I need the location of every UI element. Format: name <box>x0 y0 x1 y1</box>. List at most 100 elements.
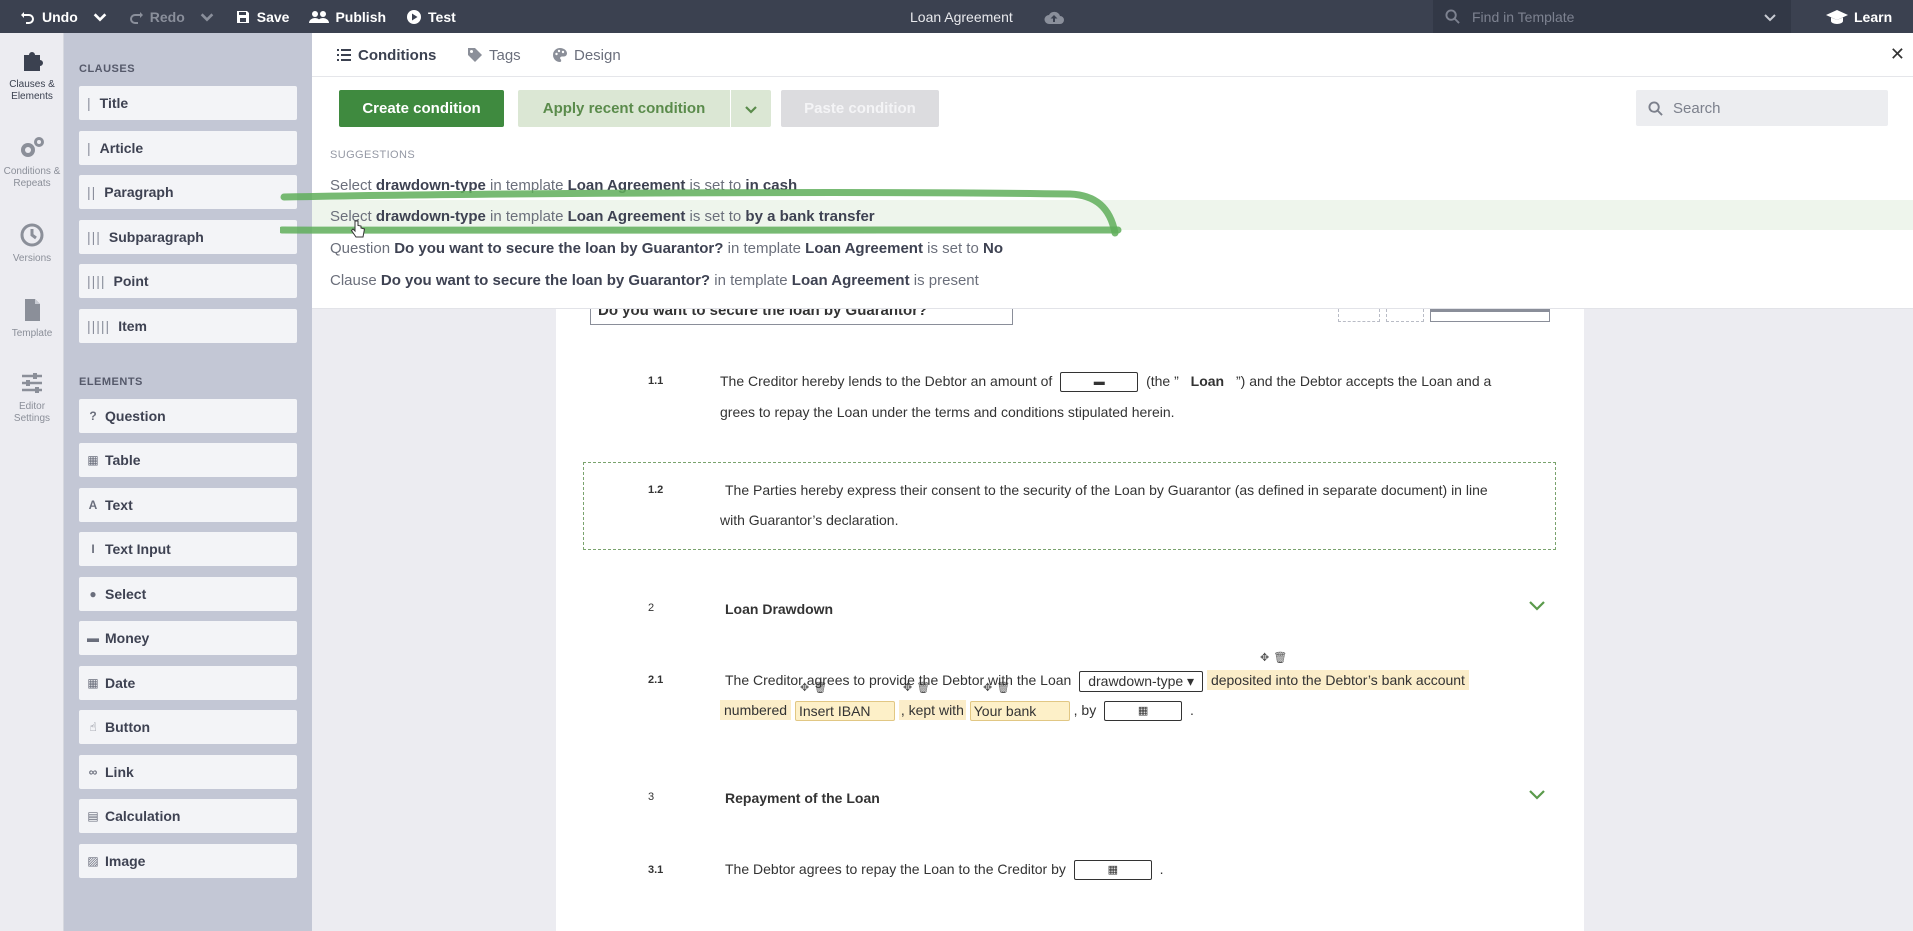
clause-number: 2.1 <box>648 674 664 686</box>
undo-button[interactable]: Undo <box>0 0 118 33</box>
field-controls[interactable]: ✥🗑 <box>1260 651 1291 664</box>
document-title: Loan Agreement <box>910 8 1013 25</box>
condition-search-input[interactable]: Search <box>1636 90 1888 126</box>
loan-term: Loan <box>1190 373 1225 389</box>
yes-option-ghost[interactable] <box>1338 309 1380 322</box>
text-icon: A <box>88 498 98 512</box>
clause-item[interactable]: ||||| Item <box>79 309 297 343</box>
redo-button[interactable]: Redo <box>118 0 225 33</box>
chevron-down-icon[interactable] <box>1763 10 1777 24</box>
calendar-icon: ▦ <box>1107 864 1118 877</box>
element-question[interactable]: ? Question <box>79 399 297 433</box>
iban-input[interactable]: Insert IBAN <box>794 701 895 722</box>
question-icon: ? <box>89 409 97 423</box>
apply-recent-condition-button[interactable]: Apply recent condition <box>518 90 730 127</box>
clause-title[interactable]: | Title <box>79 86 297 120</box>
graduation-cap-icon <box>1826 9 1848 24</box>
tag-icon <box>468 48 482 62</box>
element-image[interactable]: ▨ Image <box>79 844 297 878</box>
tab-conditions[interactable]: Conditions <box>336 33 436 77</box>
pointer-icon: ☝ <box>89 720 97 734</box>
test-button[interactable]: Test <box>396 0 466 33</box>
element-money[interactable]: ▬ Money <box>79 621 297 655</box>
clause-3-1: The Debtor agrees to repay the Loan to t… <box>725 854 1575 884</box>
left-rail: Clauses & Elements Conditions & Repeats … <box>0 33 64 931</box>
tab-tags[interactable]: Tags <box>467 33 521 77</box>
drawdown-type-select[interactable]: drawdown-type ▾ <box>1079 670 1204 692</box>
sliders-icon <box>22 373 42 393</box>
learn-label: Learn <box>1854 8 1893 25</box>
search-icon <box>1445 9 1460 24</box>
search-placeholder: Search <box>1673 99 1721 117</box>
image-icon: ▨ <box>87 854 99 868</box>
find-in-template-placeholder: Find in Template <box>1472 8 1575 25</box>
gears-icon <box>21 137 44 157</box>
find-in-template[interactable]: Find in Template <box>1433 0 1791 33</box>
chevron-down-icon[interactable] <box>199 9 215 25</box>
clause-1-1-cont: grees to repay the Loan under the terms … <box>720 404 1175 420</box>
rail-clauses-elements[interactable]: Clauses & Elements <box>0 47 64 103</box>
date-field[interactable]: ▦ <box>1073 860 1152 881</box>
history-icon <box>20 223 44 247</box>
select-icon: ● <box>89 587 97 601</box>
palette-icon <box>553 48 567 62</box>
text-cursor-icon: I <box>91 542 95 556</box>
publish-button[interactable]: Publish <box>299 0 396 33</box>
save-button[interactable]: Save <box>225 0 300 33</box>
caret-down-icon: ▾ <box>1187 672 1195 689</box>
element-button[interactable]: ☝ Button <box>79 710 297 744</box>
create-condition-button[interactable]: Create condition <box>339 90 504 127</box>
element-select[interactable]: ● Select <box>79 577 297 611</box>
rail-editor-settings[interactable]: Editor Settings <box>0 369 64 425</box>
paste-condition-button[interactable]: Paste condition <box>781 90 939 127</box>
clause-subparagraph[interactable]: ||| Subparagraph <box>79 220 297 254</box>
save-label: Save <box>256 8 290 25</box>
link-icon: ∞ <box>88 765 98 779</box>
date-field[interactable]: ▦ <box>1104 701 1183 722</box>
play-circle-icon <box>407 9 422 24</box>
clause-number: 1.1 <box>648 375 664 387</box>
clause-paragraph[interactable]: || Paragraph <box>79 175 297 209</box>
clause-1-2: The Parties hereby express their consent… <box>725 482 1488 498</box>
undo-label: Undo <box>42 8 78 25</box>
chevron-down-icon[interactable] <box>1528 789 1546 801</box>
rail-template[interactable]: Template <box>0 296 64 340</box>
tab-design[interactable]: Design <box>552 33 621 77</box>
annotation-highlight-stroke <box>280 189 1122 237</box>
element-calculation[interactable]: ▤ Calculation <box>79 799 297 833</box>
clause-article[interactable]: | Article <box>79 131 297 165</box>
money-icon: ▬ <box>1093 376 1105 389</box>
money-field[interactable]: ▬ <box>1060 372 1139 393</box>
undo-icon <box>21 11 34 24</box>
calendar-icon: ▦ <box>1137 705 1149 718</box>
bank-input[interactable]: Your bank <box>969 701 1070 722</box>
calculator-icon: ▤ <box>87 809 99 823</box>
redo-label: Redo <box>149 8 185 25</box>
element-text-input[interactable]: I Text Input <box>79 532 297 566</box>
chevron-down-icon[interactable] <box>92 9 108 25</box>
element-table[interactable]: ▦ Table <box>79 443 297 477</box>
clause-number: 3.1 <box>648 864 664 876</box>
rail-conditions-repeats[interactable]: Conditions & Repeats <box>0 134 64 190</box>
close-icon[interactable]: ✕ <box>1890 45 1905 63</box>
element-text[interactable]: A Text <box>79 488 297 522</box>
question-block-header: Do you want to secure the loan by Guaran… <box>590 309 1013 325</box>
clause-point[interactable]: |||| Point <box>79 264 297 298</box>
suggestions-heading: SUGGESTIONS <box>330 149 416 161</box>
element-date[interactable]: ▦ Date <box>79 666 297 700</box>
reset-response-ghost[interactable] <box>1430 309 1550 322</box>
cloud-upload-icon[interactable] <box>1043 8 1065 26</box>
suggestion-item[interactable]: Question Do you want to secure the loan … <box>330 240 1003 257</box>
clause-number: 1.2 <box>648 484 664 496</box>
redo-icon <box>129 11 143 24</box>
suggestion-item[interactable]: Clause Do you want to secure the loan by… <box>330 272 979 289</box>
chevron-down-icon[interactable] <box>1528 600 1546 612</box>
recent-condition-dropdown[interactable] <box>731 90 771 127</box>
learn-button[interactable]: Learn <box>1826 0 1892 33</box>
rail-versions[interactable]: Versions <box>0 221 64 265</box>
clause-1-2-cont: with Guarantor’s declaration. <box>720 512 899 528</box>
section-title: Repayment of the Loan <box>725 790 880 806</box>
clause-2-1-cont: numbered Insert IBAN , kept with Your ba… <box>720 695 1570 725</box>
no-option-ghost[interactable] <box>1386 309 1424 322</box>
element-link[interactable]: ∞ Link <box>79 755 297 789</box>
